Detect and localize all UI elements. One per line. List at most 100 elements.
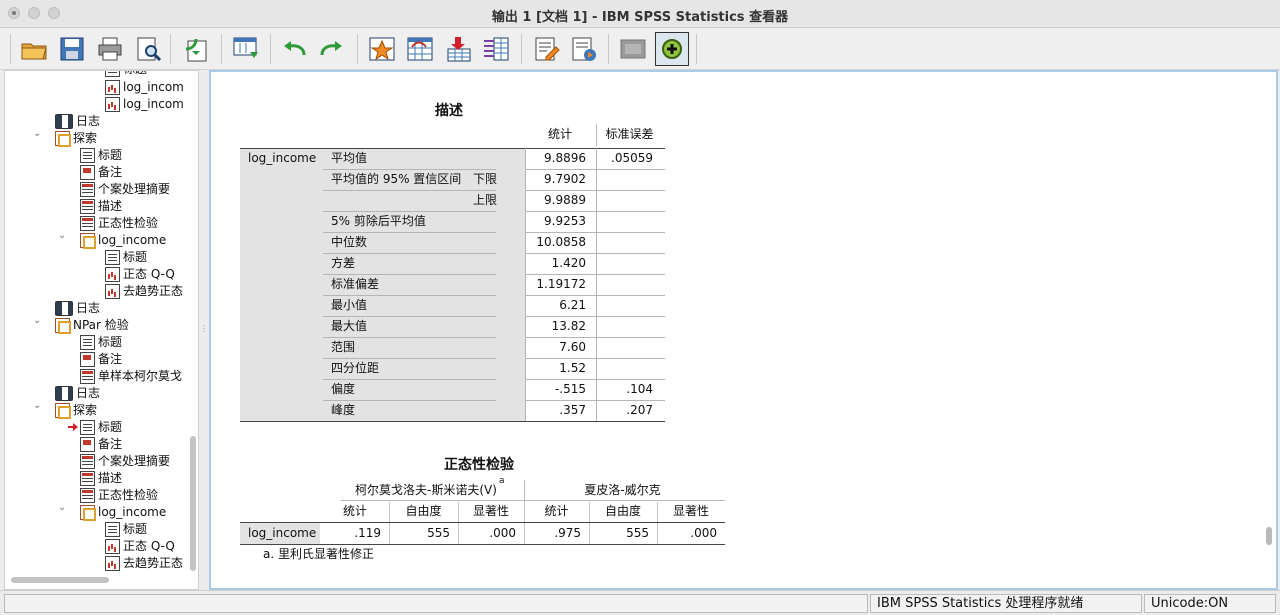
- export-button[interactable]: [179, 32, 213, 66]
- se-value-cell: [597, 358, 653, 379]
- outline-item[interactable]: 日志: [55, 300, 100, 317]
- outline-item[interactable]: 个案处理摘要: [80, 181, 170, 198]
- print-preview-button[interactable]: [131, 32, 165, 66]
- outline-item-label: 探索: [73, 131, 98, 145]
- table-icon: [80, 369, 95, 384]
- outline-item[interactable]: 标题: [80, 147, 122, 164]
- outline-item-label: 标题: [98, 148, 123, 162]
- outline-item-label: 标题: [123, 250, 148, 264]
- outline-item[interactable]: 去趋势正态: [105, 283, 183, 300]
- promote-button[interactable]: [655, 32, 689, 66]
- doc-icon: [105, 522, 120, 537]
- outline-item[interactable]: 描述: [80, 198, 122, 215]
- outline-item[interactable]: 日志: [55, 113, 100, 130]
- outline-item[interactable]: 正态性检验: [80, 215, 158, 232]
- outline-item-label: 探索: [73, 403, 98, 417]
- stat-label-cell: 5% 剪除后平均值: [331, 214, 426, 228]
- stat-label-cell: 标准偏差: [331, 277, 380, 291]
- outline-item[interactable]: 个案处理摘要: [80, 453, 170, 470]
- normality-column-header: 显著性: [672, 504, 709, 518]
- variables-button[interactable]: [479, 32, 513, 66]
- outline-item[interactable]: 标题: [105, 521, 147, 538]
- undo-icon: [284, 41, 306, 56]
- insert-cases-button[interactable]: [441, 32, 475, 66]
- expand-chevron-icon[interactable]: ⌄: [33, 400, 41, 411]
- table-rule: [323, 232, 496, 233]
- open-folder-icon: [21, 43, 47, 60]
- toolbar: [0, 28, 1280, 70]
- chart-icon: [105, 284, 120, 299]
- stat-value-cell: 1.19172: [536, 277, 586, 291]
- outline-item[interactable]: 描述: [80, 470, 122, 487]
- outline-item-label: 去趋势正态: [123, 284, 184, 298]
- expand-chevron-icon[interactable]: ⌄: [33, 128, 41, 139]
- normality-column-header: 自由度: [405, 504, 442, 518]
- open-folder-button[interactable]: [17, 32, 51, 66]
- navigator-vertical-scrollbar[interactable]: [190, 436, 196, 571]
- stat-value-cell: 7.60: [559, 340, 586, 354]
- chart-icon: [105, 80, 120, 95]
- print-button[interactable]: [93, 32, 127, 66]
- outline-item[interactable]: 单样本柯尔莫戈: [80, 368, 182, 385]
- goto-variable-button[interactable]: [403, 32, 437, 66]
- outline-item[interactable]: 正态性检验: [80, 487, 158, 504]
- se-value-cell: [597, 295, 653, 316]
- outline-item[interactable]: log_incom: [105, 79, 184, 96]
- proc-icon: [80, 233, 96, 249]
- expand-chevron-icon[interactable]: ⌄: [58, 502, 66, 513]
- proc-icon: [80, 505, 96, 521]
- log-icon: [55, 301, 73, 316]
- variable-name-cell: log_income: [248, 526, 317, 540]
- outline-item[interactable]: log_income: [80, 504, 166, 521]
- navigator-horizontal-scrollbar[interactable]: [11, 577, 109, 583]
- expand-chevron-icon[interactable]: ⌄: [58, 230, 66, 241]
- outline-item[interactable]: 备注: [80, 436, 122, 453]
- outline-item-label: 日志: [76, 114, 101, 128]
- hide-button[interactable]: [616, 32, 650, 66]
- outline-item[interactable]: log_income: [80, 232, 166, 249]
- outline-item[interactable]: 标题: [80, 334, 122, 351]
- outline-item[interactable]: 备注: [80, 164, 122, 181]
- outline-item[interactable]: 标题: [105, 249, 147, 266]
- outline-item[interactable]: 标题: [105, 71, 147, 78]
- output-content-pane[interactable]: 描述 统计 标准误差 log_income 平均值的 95% 置信区间 平均值 9.889…: [209, 70, 1278, 590]
- outline-item-label: log_incom: [123, 80, 184, 94]
- create-text-button[interactable]: [567, 32, 601, 66]
- doc-icon: [80, 335, 95, 350]
- outline-item[interactable]: 正态 Q-Q: [105, 266, 175, 283]
- outline-item-label: 标题: [98, 335, 123, 349]
- goto-case-button[interactable]: [365, 32, 399, 66]
- table-rule: [323, 295, 496, 296]
- outline-item[interactable]: 正态 Q-Q: [105, 538, 175, 555]
- stat-value-cell: 1.52: [559, 361, 586, 375]
- outline-item[interactable]: 探索: [55, 130, 97, 147]
- pane-splitter[interactable]: ⋮: [199, 70, 208, 590]
- goto-data-button[interactable]: [229, 32, 263, 66]
- save-button[interactable]: [55, 32, 89, 66]
- stat-value-cell: 10.0858: [536, 235, 586, 249]
- footnote-marker: a: [499, 476, 505, 486]
- stat-label-cell: 中位数: [331, 235, 368, 249]
- expand-chevron-icon[interactable]: ⌄: [33, 315, 41, 326]
- outline-item-label: log_income: [98, 233, 167, 247]
- outline-item-label: 日志: [76, 301, 101, 315]
- redo-button[interactable]: [315, 32, 349, 66]
- outline-item[interactable]: log_incom: [105, 96, 184, 113]
- outline-navigator[interactable]: 标题log_incomlog_incom日志⌄探索标题备注个案处理摘要描述正态性…: [4, 70, 199, 590]
- outline-item[interactable]: 探索: [55, 402, 97, 419]
- outline-item[interactable]: 去趋势正态: [105, 555, 183, 572]
- footnote-text: a. 里利氏显著性修正: [263, 547, 374, 561]
- undo-button[interactable]: [277, 32, 311, 66]
- create-title-button[interactable]: [529, 32, 563, 66]
- chart-icon: [105, 539, 120, 554]
- stat-value-cell: 1.420: [551, 256, 586, 270]
- content-scrollbar[interactable]: [1266, 527, 1272, 545]
- outline-item[interactable]: NPar 检验: [55, 317, 129, 334]
- outline-item[interactable]: 备注: [80, 351, 122, 368]
- outline-item[interactable]: 日志: [55, 385, 100, 402]
- log-icon: [55, 114, 73, 129]
- proc-icon: [55, 131, 71, 147]
- stat-label-cell: 方差: [331, 256, 356, 270]
- table-icon: [80, 199, 95, 214]
- outline-item[interactable]: 标题: [80, 419, 122, 436]
